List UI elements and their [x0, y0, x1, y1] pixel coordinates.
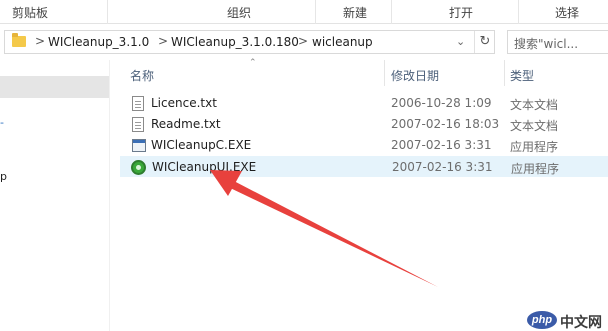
address-row: > WICleanup_3.1.0 > WICleanup_3.1.0.180 … [0, 24, 608, 60]
column-header-name[interactable]: 名称 [130, 67, 154, 84]
file-type: 文本文档 [510, 98, 559, 112]
search-input[interactable]: 搜索"wicl... [507, 30, 608, 54]
nav-selected-item[interactable] [0, 76, 109, 98]
navigation-pane: - p [0, 60, 110, 331]
address-bar[interactable]: > WICleanup_3.1.0 > WICleanup_3.1.0.180 … [4, 30, 495, 54]
column-divider[interactable] [504, 60, 505, 86]
ribbon-divider [391, 0, 392, 24]
application-icon [132, 139, 146, 152]
file-type: 应用程序 [510, 140, 559, 154]
ribbon-divider [518, 0, 519, 24]
file-modified: 2007-02-16 3:31 [391, 138, 492, 152]
wicleanup-app-icon [131, 160, 146, 175]
file-type: 文本文档 [510, 119, 559, 133]
ribbon-group-organize: 组织 [227, 6, 252, 20]
list-item-highlighted[interactable]: WICleanupUI.EXE 2007-02-16 3:31 应用程序 [120, 156, 608, 177]
file-type: 应用程序 [511, 162, 560, 176]
ribbon-group-new: 新建 [343, 6, 368, 20]
ribbon-group-open: 打开 [449, 6, 474, 20]
column-header-type[interactable]: 类型 [510, 67, 534, 84]
nav-item-fragment[interactable]: p [0, 170, 7, 183]
chevron-right-icon[interactable]: > [298, 34, 308, 48]
sort-ascending-icon: ⌃ [249, 58, 257, 68]
file-name[interactable]: Readme.txt [151, 117, 221, 131]
nav-item-fragment[interactable]: - [0, 116, 4, 129]
ribbon-group-clipboard: 剪贴板 [12, 6, 49, 20]
breadcrumb-wicleanup-310180[interactable]: WICleanup_3.1.0.180 [171, 35, 299, 49]
ribbon-divider [107, 0, 108, 24]
watermark-text: 中文网 [560, 315, 602, 331]
text-file-icon [132, 96, 144, 111]
file-modified: 2007-02-16 18:03 [391, 117, 500, 131]
ribbon-group-labels: 剪贴板 组织 新建 打开 选择 [0, 0, 608, 24]
file-modified: 2007-02-16 3:31 [392, 160, 493, 174]
watermark: php 中文网 [527, 311, 608, 331]
refresh-icon[interactable]: ↻ [474, 31, 495, 53]
list-item[interactable]: WICleanupC.EXE 2007-02-16 3:31 应用程序 [120, 135, 608, 156]
column-header-modified[interactable]: 修改日期 [391, 67, 439, 84]
file-name[interactable]: WICleanupC.EXE [151, 138, 251, 152]
list-item[interactable]: Readme.txt 2007-02-16 18:03 文本文档 [120, 114, 608, 135]
folder-icon [12, 33, 26, 47]
file-modified: 2006-10-28 1:09 [391, 96, 492, 110]
chevron-right-icon[interactable]: > [35, 34, 45, 48]
file-name[interactable]: Licence.txt [151, 96, 217, 110]
breadcrumb-wicleanup-310[interactable]: WICleanup_3.1.0 [48, 35, 149, 49]
column-header-row: ⌃ 名称 修改日期 类型 [110, 58, 608, 86]
chevron-right-icon[interactable]: > [158, 34, 168, 48]
file-name[interactable]: WICleanupUI.EXE [152, 160, 256, 174]
column-divider[interactable] [384, 60, 385, 86]
file-list: ⌃ 名称 修改日期 类型 Licence.txt 2006-10-28 1:09… [110, 58, 608, 331]
text-file-icon [132, 117, 144, 132]
ribbon-divider [315, 0, 316, 24]
php-logo: php [527, 311, 557, 329]
breadcrumb-wicleanup[interactable]: wicleanup [312, 35, 373, 49]
chevron-down-icon[interactable]: ⌄ [456, 35, 465, 48]
ribbon-group-select: 选择 [555, 6, 580, 20]
list-item[interactable]: Licence.txt 2006-10-28 1:09 文本文档 [120, 93, 608, 114]
